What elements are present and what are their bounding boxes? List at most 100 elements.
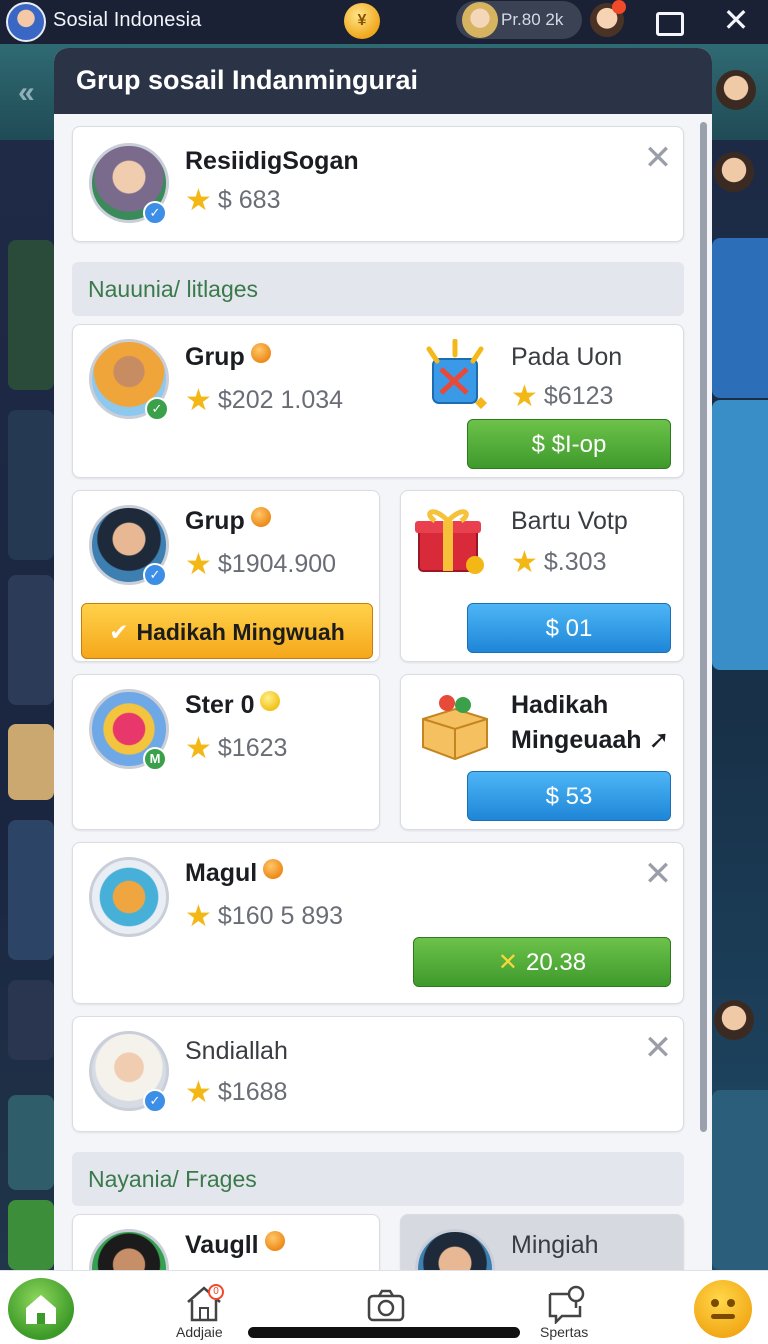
star-icon: ★ (185, 184, 212, 217)
profile-pill-text: Pr.80 2k (501, 10, 564, 29)
group-card[interactable]: Vaugll (72, 1214, 380, 1270)
background-tile (712, 238, 768, 398)
group-card[interactable]: M Ster 0 ★ $1623 (72, 674, 380, 830)
verified-icon: ✓ (143, 1089, 167, 1113)
gift-card[interactable]: Bartu Votp ★ $.303 $ 01 (400, 490, 684, 662)
coin-icon[interactable]: ¥ (344, 3, 380, 39)
verified-icon: ✓ (143, 201, 167, 225)
section-title: Nayania/ Frages (88, 1166, 257, 1192)
coin-icon (250, 507, 271, 527)
home-icon[interactable] (8, 1278, 74, 1340)
member-name: ResiidigSogan (185, 147, 359, 175)
background-tile (8, 240, 54, 390)
member-name: Hadikah (511, 691, 609, 719)
group-card[interactable]: ✓ Grup ★ $202 1.034 Pada Uon ★ $6123 $ $I-… (72, 324, 684, 478)
background-tile (8, 1095, 54, 1190)
app-title: Sosial Indonesia (53, 9, 202, 31)
star-icon: ★ (511, 380, 538, 413)
background-tile (8, 724, 54, 800)
avatar (89, 1229, 169, 1270)
star-icon: ★ (185, 384, 212, 417)
member-value: ★ $1904.900 (185, 548, 337, 581)
star-icon: ★ (185, 732, 212, 765)
background-tile (8, 1200, 54, 1270)
member-name: Pada Uon (511, 343, 623, 371)
section-title: Nauunia/ litlages (88, 276, 259, 302)
price-button[interactable]: $ 53 (467, 771, 671, 821)
status-icon: M (143, 747, 167, 771)
member-name-line2: Mingeuaah ➚ (511, 726, 670, 754)
member-name: Bartu Votp (511, 507, 628, 535)
profile-avatar (462, 2, 498, 38)
nav-label-sport: Spertas (540, 1324, 589, 1340)
background-tile (712, 1090, 768, 1270)
group-card[interactable]: Mingiah (400, 1214, 684, 1270)
background-avatar (714, 1000, 754, 1040)
background-tile (712, 400, 768, 670)
scrollbar[interactable] (700, 122, 707, 1132)
member-name: Sndiallah (185, 1037, 288, 1065)
member-name: Grup (185, 343, 271, 372)
background-tile (8, 575, 54, 705)
background-avatar (716, 70, 756, 110)
member-value: ★ $6123 (511, 380, 614, 413)
coin-icon (250, 343, 271, 363)
member-value: ★ $1623 (185, 732, 288, 765)
member-value: ★ $1688 (185, 1076, 288, 1109)
featured-card[interactable]: ✓ ResiidigSogan ★ $ 683 ✕ (72, 126, 684, 242)
modal-header: Grup sosail Indanmingurai (54, 48, 712, 114)
blocks-avatar (89, 857, 169, 937)
notification-dot (612, 0, 626, 14)
member-value: ★ $160 5 893 (185, 900, 344, 933)
emoji-icon[interactable] (694, 1280, 752, 1338)
avatar (415, 1229, 495, 1270)
member-value: ★ $202 1.034 (185, 384, 344, 417)
nav-label-add: Addjaie (176, 1324, 223, 1340)
group-card[interactable]: Magul ★ $160 5 893 ✕ ✕ 20.38 (72, 842, 684, 1004)
coin-icon (263, 859, 284, 879)
close-icon[interactable]: ✕ (641, 141, 675, 175)
star-icon: ★ (185, 1076, 212, 1109)
buy-button[interactable]: $ $I-op (467, 419, 671, 469)
claim-button[interactable]: ✕ 20.38 (413, 937, 671, 987)
treasure-box-icon (422, 695, 488, 761)
member-name: Ster 0 (185, 691, 281, 720)
group-modal: Grup sosail Indanmingurai ✓ ResiidigSoga… (54, 48, 712, 1270)
price-button[interactable]: $ 01 (467, 603, 671, 653)
background-avatar (714, 152, 754, 192)
coin-icon (264, 1231, 285, 1251)
close-icon[interactable]: ✕ (641, 857, 675, 891)
close-icon[interactable]: ✕ (641, 1031, 675, 1065)
check-icon: ✔ (109, 619, 129, 645)
star-icon: ★ (511, 546, 538, 579)
section-header: Nauunia/ litlages (72, 262, 684, 316)
member-name: Vaugll (185, 1231, 285, 1260)
arrow-icon: ➚ (648, 726, 670, 754)
gift-button[interactable]: ✔ Hadikah Mingwuah (81, 603, 373, 659)
gift-cube-icon (426, 339, 487, 409)
star-icon: ★ (185, 548, 212, 581)
member-value: ★ $ 683 (185, 184, 281, 217)
background-tile (8, 820, 54, 960)
member-name: Grup (185, 507, 271, 536)
camera-icon[interactable] (366, 1286, 406, 1326)
gift-box-icon (415, 509, 484, 574)
close-icon[interactable]: ✕ (718, 2, 754, 38)
back-icon[interactable]: « (18, 76, 35, 110)
modal-title: Grup sosail Indanmingurai (76, 65, 419, 95)
home-indicator[interactable] (248, 1327, 520, 1338)
status-icon: ✓ (145, 397, 169, 421)
app-avatar[interactable] (6, 2, 46, 42)
section-header: Nayania/ Frages (72, 1152, 684, 1206)
top-app-bar: Sosial Indonesia ¥ Pr.80 2k ✕ (0, 0, 768, 44)
member-value: ★ $.303 (511, 546, 607, 579)
window-icon[interactable] (652, 6, 684, 36)
coin-icon (260, 691, 281, 711)
notification-badge: 0 (208, 1284, 224, 1300)
background-tile (8, 410, 54, 560)
member-card[interactable]: ✓ Sndiallah ★ $1688 ✕ (72, 1016, 684, 1132)
gift-card[interactable]: Hadikah Mingeuaah ➚ $ 53 (400, 674, 684, 830)
group-card[interactable]: ✓ Grup ★ $1904.900 ✔ Hadikah Mingwuah (72, 490, 380, 662)
chat-pin-icon[interactable] (546, 1284, 586, 1326)
member-name: Mingiah (511, 1231, 599, 1259)
